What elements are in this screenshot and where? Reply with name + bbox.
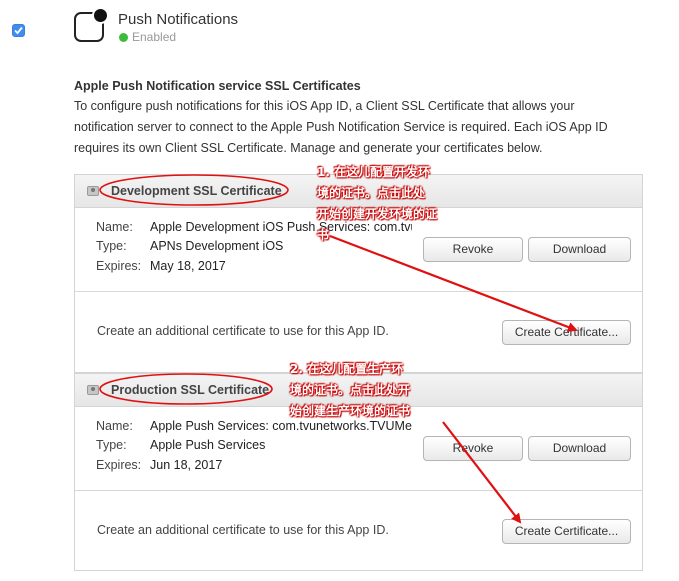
prod-revoke-button[interactable]: Revoke <box>423 436 523 461</box>
expires-label: Expires: <box>96 458 142 472</box>
dev-download-button[interactable]: Download <box>528 237 631 262</box>
push-notifications-icon <box>74 7 109 42</box>
gear-icon[interactable] <box>87 186 99 196</box>
development-panel-title: Development SSL Certificate <box>111 184 282 198</box>
prod-cert-expires: Jun 18, 2017 <box>150 458 223 472</box>
prod-cert-type: Apple Push Services <box>150 438 266 452</box>
dev-create-certificate-button[interactable]: Create Certificate... <box>502 320 631 345</box>
dev-cert-type: APNs Development iOS <box>150 239 284 253</box>
name-label: Name: <box>96 419 133 433</box>
dev-add-certificate-text: Create an additional certificate to use … <box>97 324 389 338</box>
name-label: Name: <box>96 220 133 234</box>
dev-revoke-button[interactable]: Revoke <box>423 237 523 262</box>
dev-annotation: 1. 在这儿配置开发环 境的证书。点击此处 开始创建开发环境的证 书 <box>317 165 438 242</box>
production-panel-title: Production SSL Certificate <box>111 383 270 397</box>
type-label: Type: <box>96 239 127 253</box>
gear-icon[interactable] <box>87 385 99 395</box>
prod-create-certificate-button[interactable]: Create Certificate... <box>502 519 631 544</box>
status-dot-icon <box>119 33 128 42</box>
dev-cert-expires: May 18, 2017 <box>150 259 226 273</box>
type-label: Type: <box>96 438 127 452</box>
section-description: To configure push notifications for this… <box>74 99 608 155</box>
divider <box>75 490 642 491</box>
section-title: Apple Push Notification service SSL Cert… <box>74 79 361 93</box>
prod-download-button[interactable]: Download <box>528 436 631 461</box>
expires-label: Expires: <box>96 259 142 273</box>
prod-add-certificate-text: Create an additional certificate to use … <box>97 523 389 537</box>
service-status: Enabled <box>132 30 177 44</box>
prod-annotation: 2. 在这儿配置生产环 境的证书。点击此处开 始创建生产环境的证书 <box>290 362 411 418</box>
divider <box>75 291 642 292</box>
enable-checkbox[interactable] <box>12 24 25 37</box>
service-title: Push Notifications <box>118 11 239 28</box>
